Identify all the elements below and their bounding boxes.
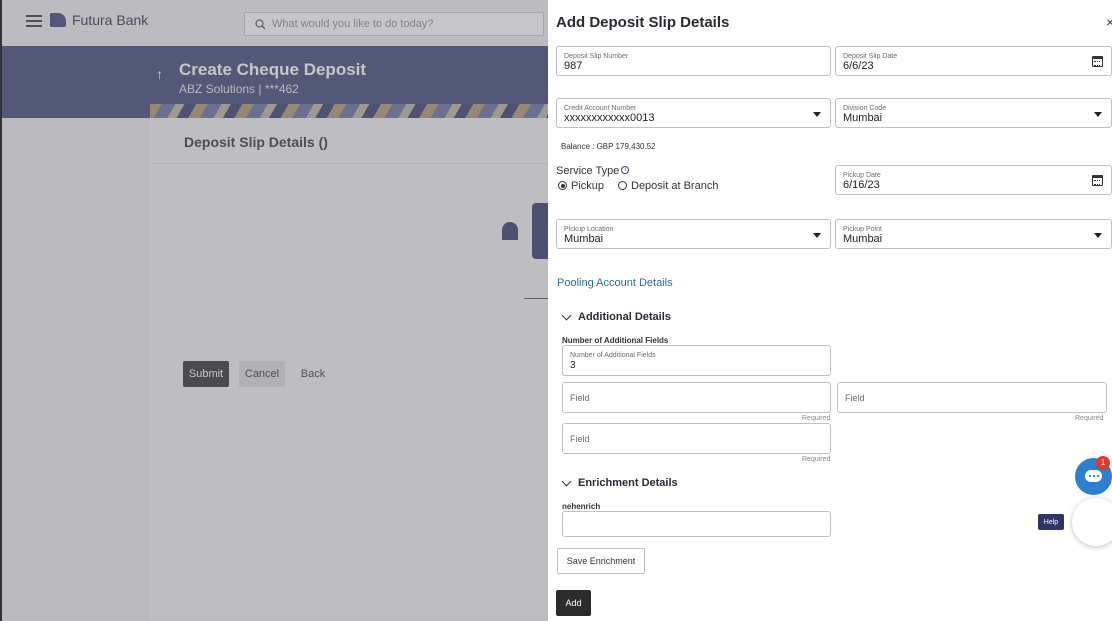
section-heading: Enrichment Details — [578, 477, 678, 489]
field-label: Deposit Slip Date — [843, 53, 898, 60]
section-heading: Additional Details — [578, 311, 671, 323]
field-value: Mumbai — [564, 233, 604, 245]
chevron-down-icon — [813, 112, 821, 117]
modal-overlay[interactable] — [2, 0, 548, 621]
close-icon[interactable]: × — [1106, 14, 1112, 30]
background-app: Futura Bank What would you like to do to… — [0, 0, 548, 621]
field-placeholder: Field — [570, 434, 590, 444]
service-type-branch-radio[interactable]: Deposit at Branch — [618, 180, 718, 192]
add-button[interactable]: Add — [556, 590, 591, 616]
pooling-account-link[interactable]: Pooling Account Details — [557, 277, 673, 289]
chevron-down-icon — [813, 233, 821, 238]
service-type-pickup-radio[interactable]: Pickup — [558, 180, 604, 192]
required-hint: Required — [802, 456, 831, 463]
radio-unselected-icon — [618, 181, 627, 190]
radio-label: Pickup — [571, 180, 605, 192]
field-placeholder: Field — [845, 393, 865, 403]
pickup-date-field[interactable]: Pickup Date 6/16/23 — [835, 165, 1112, 195]
field-label: Pickup Date — [843, 172, 881, 179]
chevron-down-icon — [561, 310, 572, 320]
deposit-slip-number-field[interactable]: Deposit Slip Number 987 — [556, 46, 831, 76]
help-launcher[interactable] — [1072, 498, 1112, 546]
field-value: Mumbai — [843, 112, 883, 124]
calendar-icon[interactable] — [1092, 56, 1103, 67]
credit-account-select[interactable]: Credit Account Number xxxxxxxxxxxx0013 — [556, 98, 831, 128]
additional-details-toggle[interactable]: Additional Details — [561, 310, 671, 323]
additional-count-field[interactable]: Number of Additional Fields 3 — [562, 345, 831, 376]
deposit-slip-date-field[interactable]: Deposit Slip Date 6/6/23 — [835, 46, 1112, 76]
required-hint: Required — [1075, 415, 1104, 422]
field-label: Deposit Slip Number — [564, 53, 629, 60]
service-type-text: Service Type — [556, 165, 620, 177]
chevron-down-icon — [1094, 233, 1102, 238]
additional-field-1[interactable]: Field — [562, 382, 831, 413]
help-button[interactable]: Help — [1038, 514, 1064, 530]
field-value: 3 — [570, 360, 576, 371]
pickup-point-select[interactable]: Pickup Point Mumbai — [835, 219, 1112, 249]
field-value: 6/16/23 — [843, 179, 880, 191]
drawer-title: Add Deposit Slip Details — [556, 14, 730, 31]
additional-field-2[interactable]: Field — [837, 382, 1107, 413]
chevron-down-icon — [561, 476, 572, 486]
division-code-select[interactable]: Division Code Mumbai — [835, 98, 1112, 128]
field-value: Mumbai — [843, 233, 883, 245]
enrichment-details-toggle[interactable]: Enrichment Details — [561, 476, 678, 489]
chat-dots-icon — [1088, 475, 1100, 477]
enrichment-input[interactable] — [562, 511, 831, 537]
field-label: Credit Account Number — [564, 105, 637, 112]
radio-label: Deposit at Branch — [631, 180, 719, 192]
field-label: Number of Additional Fields — [570, 352, 656, 359]
field-label: Pickup Point — [843, 226, 882, 233]
pickup-location-select[interactable]: Pickup Location Mumbai — [556, 219, 831, 249]
field-label: Division Code — [843, 105, 887, 112]
service-type-label: Service Type i — [556, 165, 630, 177]
field-value: 6/6/23 — [843, 60, 874, 72]
notification-badge: 1 — [1096, 456, 1110, 470]
save-enrichment-button[interactable]: Save Enrichment — [557, 548, 645, 574]
required-hint: Required — [802, 415, 831, 422]
additional-count-label: Number of Additional Fields — [562, 336, 669, 345]
field-label: Pickup Location — [564, 226, 614, 233]
info-icon[interactable]: i — [621, 166, 630, 174]
balance-text: Balance : GBP 179,430.52 — [561, 142, 656, 151]
field-value: 987 — [564, 60, 583, 72]
calendar-icon[interactable] — [1092, 175, 1103, 186]
radio-selected-icon — [558, 181, 567, 190]
additional-field-3[interactable]: Field — [562, 423, 831, 454]
enrichment-label: nehenrich — [562, 502, 601, 511]
chevron-down-icon — [1094, 112, 1102, 117]
field-value: xxxxxxxxxxxx0013 — [564, 112, 655, 124]
field-placeholder: Field — [570, 393, 590, 403]
